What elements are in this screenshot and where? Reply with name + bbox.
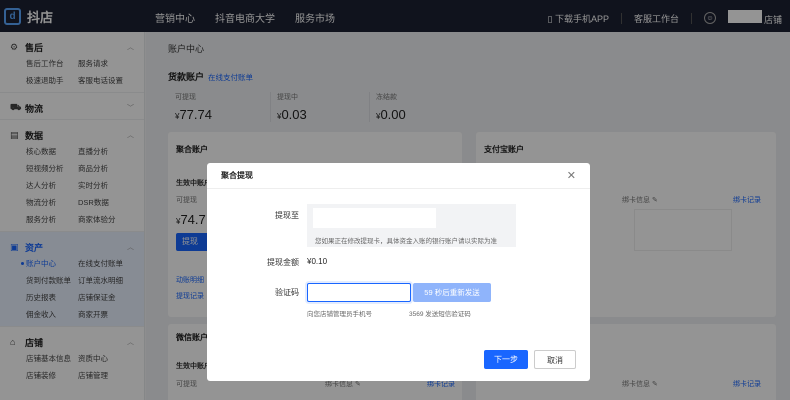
bank-account-box: 您如果正在修改提现卡，具体资金入账的银行账户请以实际为准 — [307, 204, 516, 247]
verification-code-input[interactable] — [307, 283, 411, 302]
bank-note: 您如果正在修改提现卡，具体资金入账的银行账户请以实际为准 — [315, 238, 497, 245]
dialog-header: 聚合提现 ✕ — [207, 163, 590, 189]
hint-phone: 向您店铺管理员手机号 — [307, 311, 372, 318]
hint-sent: 3569 发送短信验证码 — [409, 311, 471, 318]
next-button[interactable]: 下一步 — [484, 350, 528, 369]
resend-code-button[interactable]: 59 秒后重新发送 — [413, 283, 491, 302]
bank-account-redacted — [313, 208, 436, 228]
withdraw-amount: ¥0.10 — [307, 257, 328, 266]
amount-label: 提现金额 — [267, 258, 299, 267]
cancel-button[interactable]: 取消 — [534, 350, 576, 369]
withdraw-dialog: 聚合提现 ✕ 提现至 您如果正在修改提现卡，具体资金入账的银行账户请以实际为准 … — [207, 163, 590, 381]
withdraw-to-label: 提现至 — [275, 211, 299, 220]
close-icon[interactable]: ✕ — [567, 169, 576, 182]
dialog-title: 聚合提现 — [221, 171, 253, 180]
code-label: 验证码 — [275, 288, 299, 297]
